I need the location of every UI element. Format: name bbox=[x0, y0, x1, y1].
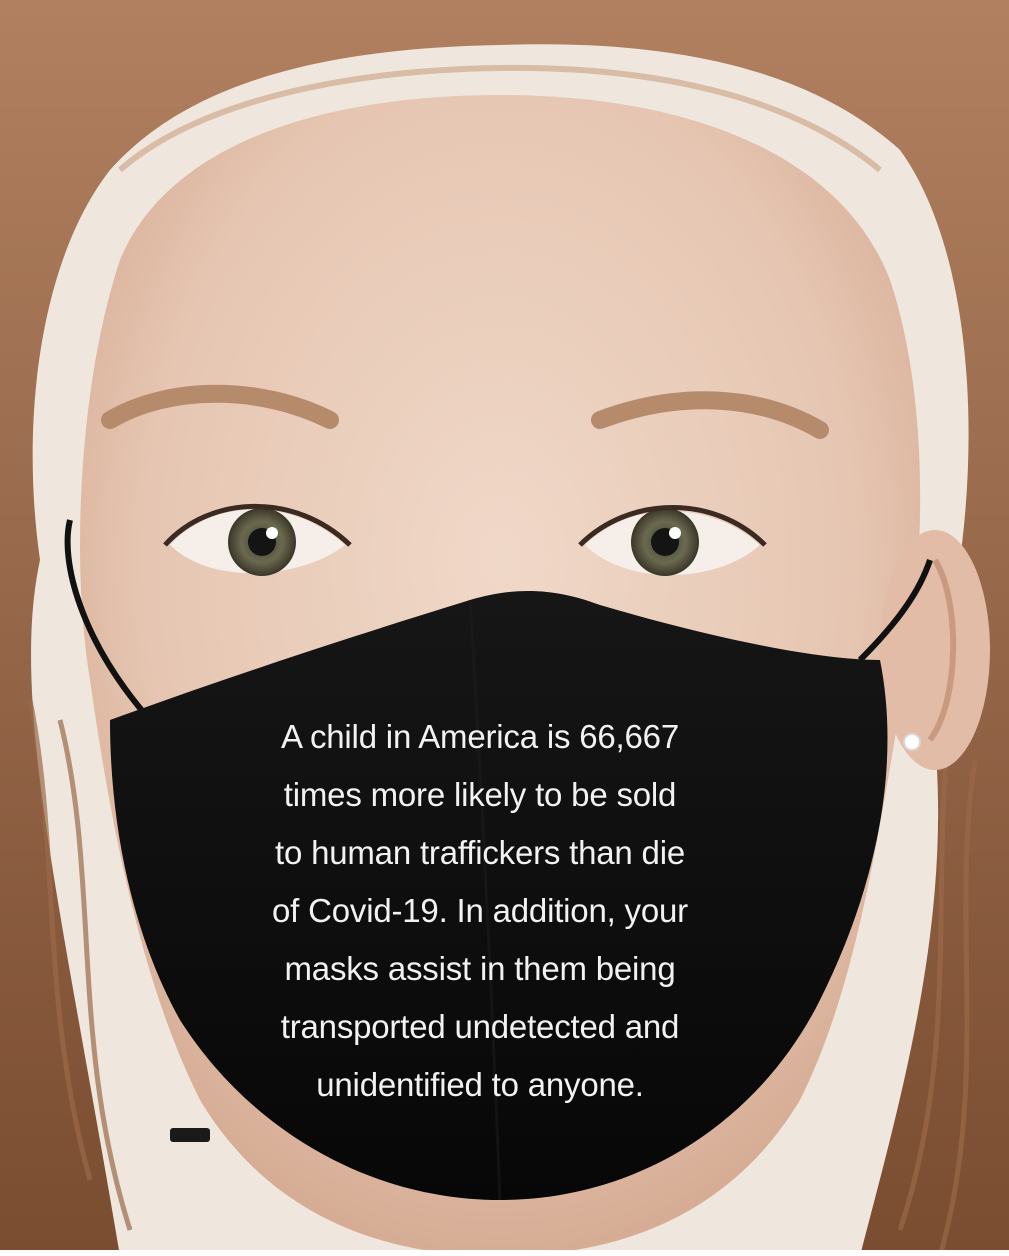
mask-message-line: of Covid-19. In addition, your bbox=[272, 892, 688, 929]
earring bbox=[903, 733, 921, 751]
left-eye-glint bbox=[266, 527, 278, 539]
mask-message-line: to human traffickers than die bbox=[275, 834, 685, 871]
mask-message: A child in America is 66,667 times more … bbox=[160, 708, 800, 1114]
mask-message-line: times more likely to be sold bbox=[283, 776, 677, 813]
bottom-border bbox=[0, 1250, 1009, 1256]
mask-message-line: masks assist in them being bbox=[284, 950, 676, 987]
mask-strap-tab bbox=[170, 1128, 210, 1142]
mask-message-line: A child in America is 66,667 bbox=[281, 718, 679, 755]
mask-message-line: unidentified to anyone. bbox=[316, 1066, 644, 1103]
mask-message-line: transported undetected and bbox=[280, 1008, 680, 1045]
photo-frame: A child in America is 66,667 times more … bbox=[0, 0, 1009, 1256]
right-eye-glint bbox=[669, 527, 681, 539]
